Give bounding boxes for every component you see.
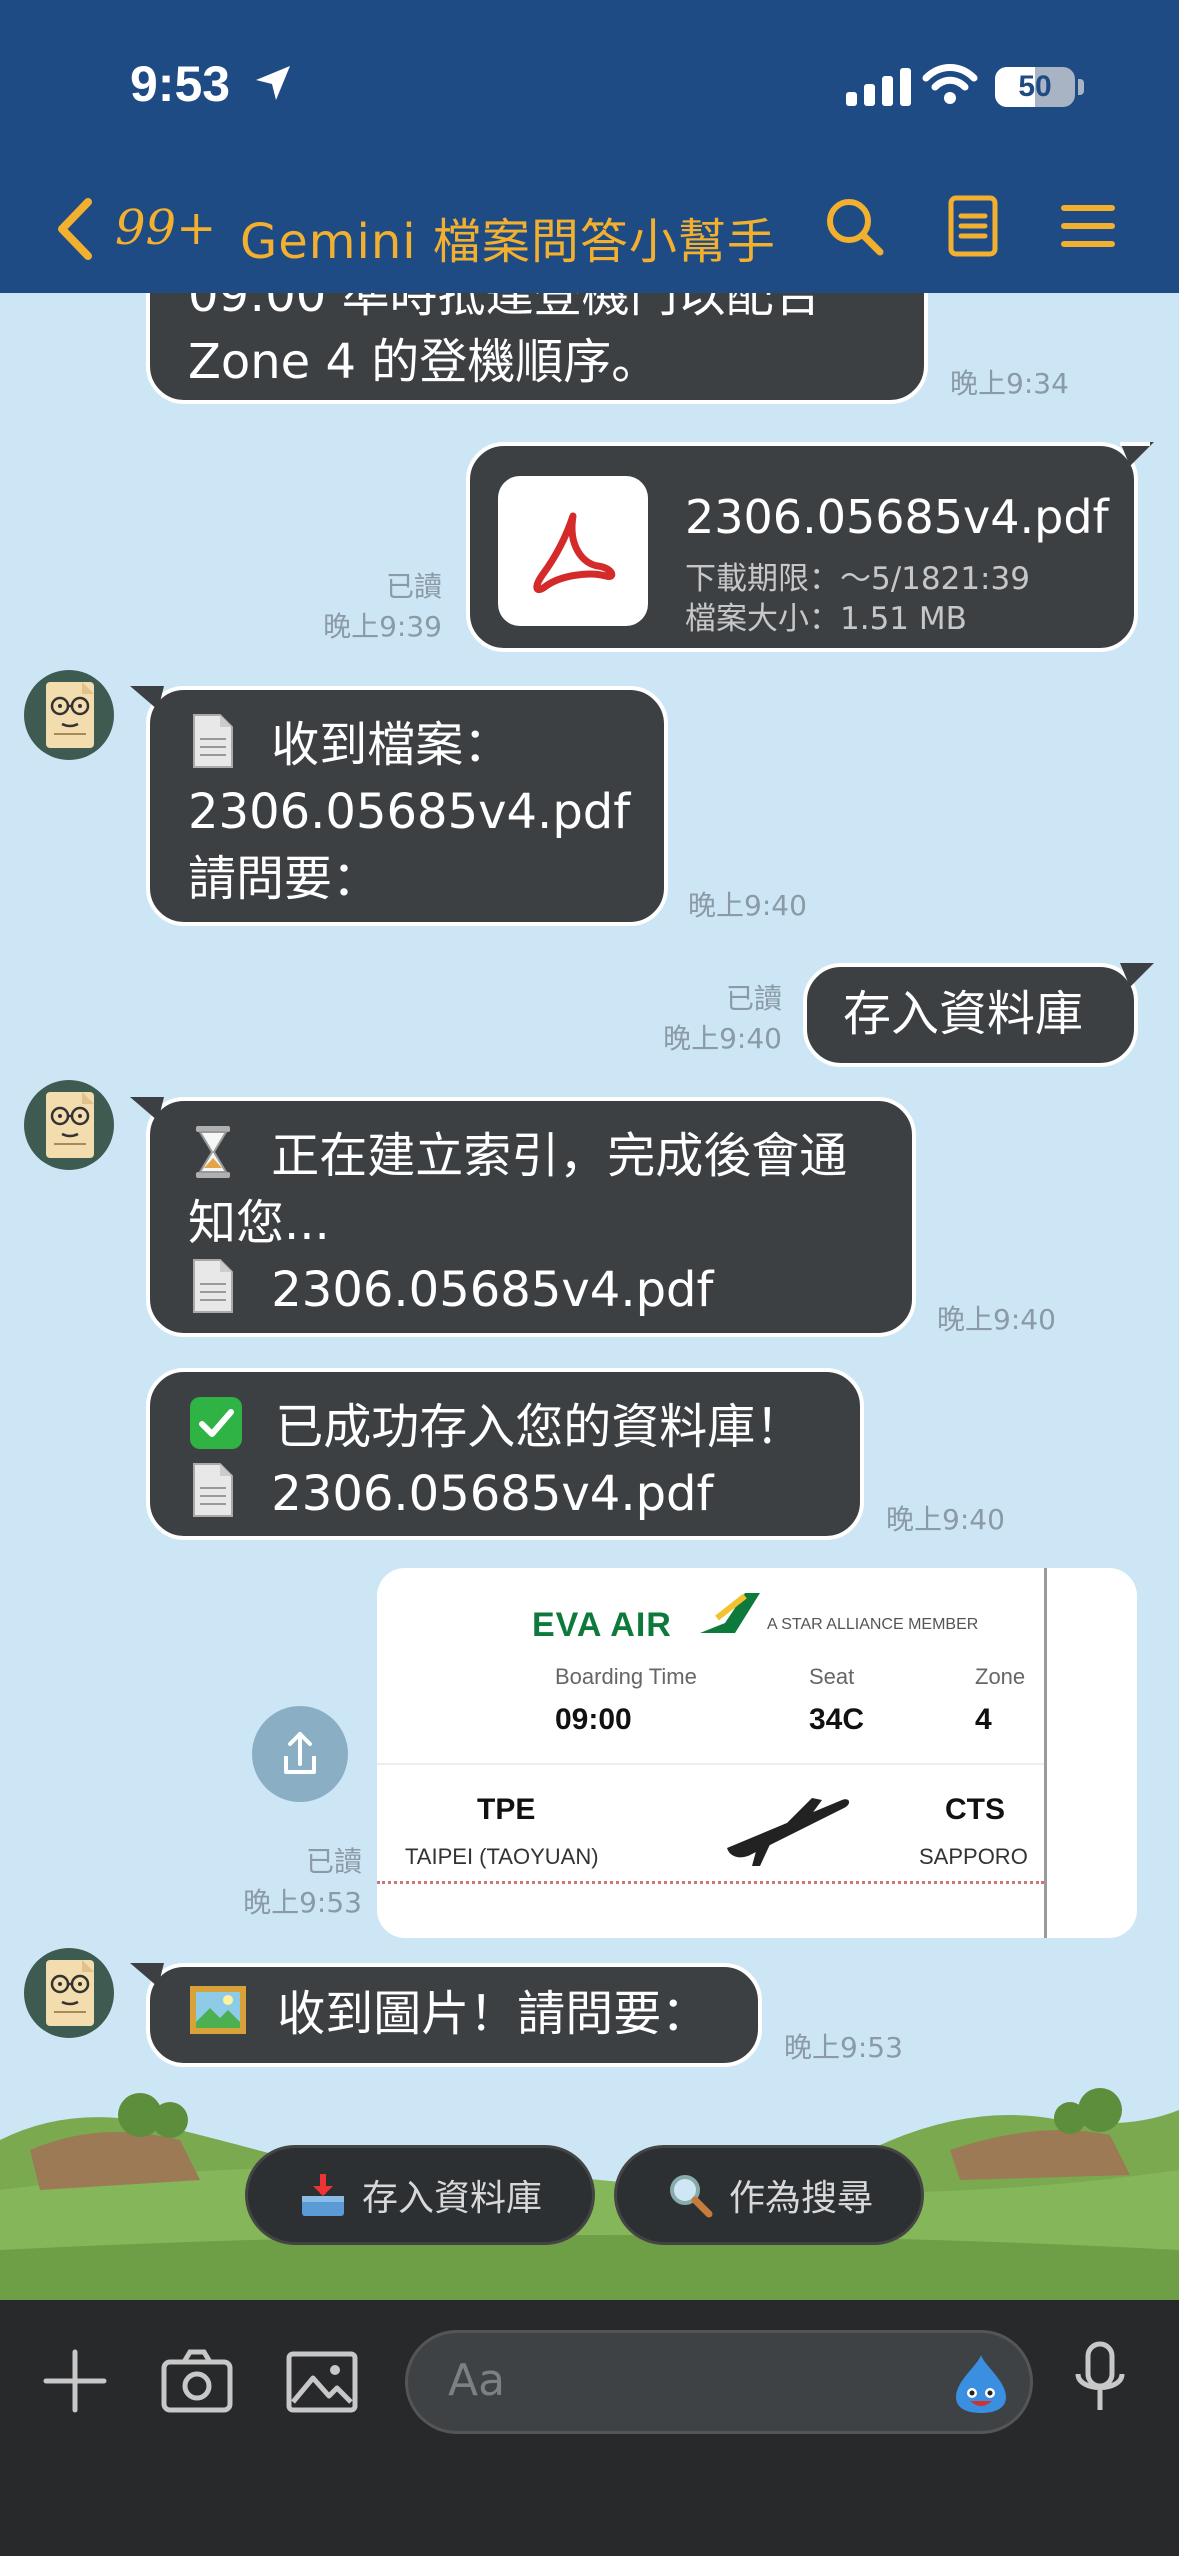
- document-icon: [188, 1462, 238, 1518]
- message-bubble-outgoing[interactable]: 存入資料庫: [803, 963, 1138, 1067]
- image-icon[interactable]: [285, 2346, 359, 2416]
- read-receipt: 已讀: [725, 982, 782, 1015]
- bot-avatar[interactable]: [24, 670, 114, 760]
- notes-icon[interactable]: [945, 194, 1001, 258]
- input-placeholder: Aa: [448, 2355, 506, 2406]
- message-text: 知您...: [188, 1195, 330, 1251]
- seat-value: 34C: [809, 1703, 865, 1736]
- battery-level: 50: [1018, 70, 1052, 103]
- check-mark-icon: [188, 1395, 244, 1451]
- origin-code: TPE: [477, 1793, 536, 1826]
- battery-indicator: 50: [995, 67, 1075, 107]
- message-text: 存入資料庫: [843, 986, 1084, 1042]
- location-arrow-icon: [256, 66, 290, 100]
- bubble-tail: [130, 1097, 164, 1121]
- message-time: 晚上9:40: [937, 1303, 1056, 1336]
- divider: [377, 1763, 1044, 1765]
- message-bubble-incoming[interactable]: 收到檔案： 2306.05685v4.pdf 請問要：: [146, 686, 668, 926]
- quick-reply-label: 作為搜尋: [728, 2178, 873, 2219]
- plus-icon[interactable]: [40, 2346, 110, 2416]
- status-time: 9:53: [130, 56, 231, 112]
- airline-name: EVA AIR: [532, 1606, 672, 1644]
- seat-label: Seat: [809, 1664, 855, 1689]
- bot-avatar[interactable]: [24, 1948, 114, 2038]
- message-input[interactable]: Aa: [405, 2330, 1033, 2434]
- message-time: 晚上9:53: [784, 2031, 903, 2064]
- chat-nav-bar: 99+ Gemini 檔案問答小幫手: [0, 180, 1179, 280]
- quick-reply-label: 存入資料庫: [361, 2178, 542, 2219]
- alliance-text: A STAR ALLIANCE MEMBER: [767, 1616, 979, 1633]
- hourglass-icon: [188, 1124, 238, 1180]
- message-text: Zone 4 的登機順序。: [188, 334, 660, 390]
- boarding-time-label: Boarding Time: [555, 1664, 697, 1689]
- image-edge: [1044, 1568, 1047, 1938]
- wifi-icon: [922, 64, 978, 104]
- top-header: 9:53 50 99+ Gemini 檔案問答小幫手: [0, 0, 1179, 293]
- share-button[interactable]: [252, 1706, 348, 1802]
- message-bubble-incoming[interactable]: 收到圖片！請問要：: [146, 1963, 762, 2067]
- message-time: 晚上9:34: [950, 367, 1069, 400]
- boarding-time-value: 09:00: [555, 1703, 632, 1736]
- unread-count[interactable]: 99+: [115, 200, 216, 256]
- camera-icon[interactable]: [160, 2346, 234, 2416]
- bubble-tail: [130, 686, 164, 710]
- document-icon: [188, 1258, 238, 1314]
- message-time: 晚上9:40: [886, 1503, 1005, 1536]
- divider: [377, 1881, 1044, 1884]
- menu-icon[interactable]: [1058, 194, 1118, 258]
- battery-tip: [1078, 79, 1084, 95]
- file-message-pdf[interactable]: 2306.05685v4.pdf 下載期限：～5/1821:39 檔案大小：1.…: [466, 442, 1138, 652]
- message-time: 晚上9:40: [663, 1022, 782, 1055]
- sticker-emoji-icon[interactable]: [948, 2351, 1014, 2417]
- airplane-icon: [727, 1798, 850, 1866]
- destination-code: CTS: [945, 1793, 1005, 1826]
- bubble-tail: [1120, 963, 1154, 987]
- eva-air-logo-icon: [700, 1593, 760, 1633]
- framed-picture-icon: [188, 1982, 248, 2038]
- boarding-pass-image[interactable]: EVA AIR A STAR ALLIANCE MEMBER Boarding …: [377, 1568, 1137, 1938]
- magnifier-icon: [665, 2170, 715, 2220]
- document-icon: [188, 713, 238, 769]
- message-text: 收到檔案：: [271, 717, 512, 773]
- message-text: 收到圖片！請問要：: [277, 1986, 710, 2042]
- message-text: 2306.05685v4.pdf: [271, 1466, 714, 1522]
- inbox-tray-icon: [298, 2170, 348, 2220]
- zone-value: 4: [975, 1703, 992, 1736]
- file-size: 檔案大小：1.51 MB: [685, 601, 967, 637]
- quick-reply-search[interactable]: 作為搜尋: [614, 2145, 924, 2245]
- origin-city: TAIPEI (TAOYUAN): [405, 1844, 599, 1869]
- destination-city: SAPPORO: [919, 1844, 1028, 1869]
- message-text: 2306.05685v4.pdf: [271, 1262, 714, 1318]
- search-icon[interactable]: [822, 194, 886, 258]
- bubble-tail: [1120, 442, 1154, 466]
- message-time: 晚上9:40: [688, 889, 807, 922]
- zone-label: Zone: [975, 1664, 1026, 1689]
- read-receipt: 已讀: [385, 570, 442, 603]
- chat-title[interactable]: Gemini 檔案問答小幫手: [240, 202, 776, 272]
- message-bubble-incoming[interactable]: 正在建立索引，完成後會通 知您... 2306.05685v4.pdf: [146, 1097, 916, 1337]
- message-time: 晚上9:39: [323, 610, 442, 643]
- back-chevron-icon[interactable]: [52, 194, 98, 264]
- message-text: 2306.05685v4.pdf: [188, 784, 631, 840]
- file-name: 2306.05685v4.pdf: [685, 490, 1109, 544]
- message-input-bar: Aa: [0, 2300, 1179, 2556]
- bot-avatar[interactable]: [24, 1080, 114, 1170]
- message-time: 晚上9:53: [243, 1886, 362, 1919]
- share-icon: [284, 1732, 316, 1774]
- pdf-file-icon: [498, 476, 648, 626]
- message-text: 正在建立索引，完成後會通: [271, 1128, 848, 1184]
- bubble-tail: [130, 1963, 164, 1987]
- message-text: 已成功存入您的資料庫！: [275, 1399, 804, 1455]
- microphone-icon[interactable]: [1070, 2340, 1130, 2416]
- message-bubble-incoming[interactable]: 已成功存入您的資料庫！ 2306.05685v4.pdf: [146, 1368, 864, 1540]
- message-text: 請問要：: [188, 851, 381, 907]
- read-receipt: 已讀: [305, 1845, 362, 1878]
- quick-reply-save-to-database[interactable]: 存入資料庫: [245, 2145, 595, 2245]
- cellular-signal-icon: [846, 66, 911, 106]
